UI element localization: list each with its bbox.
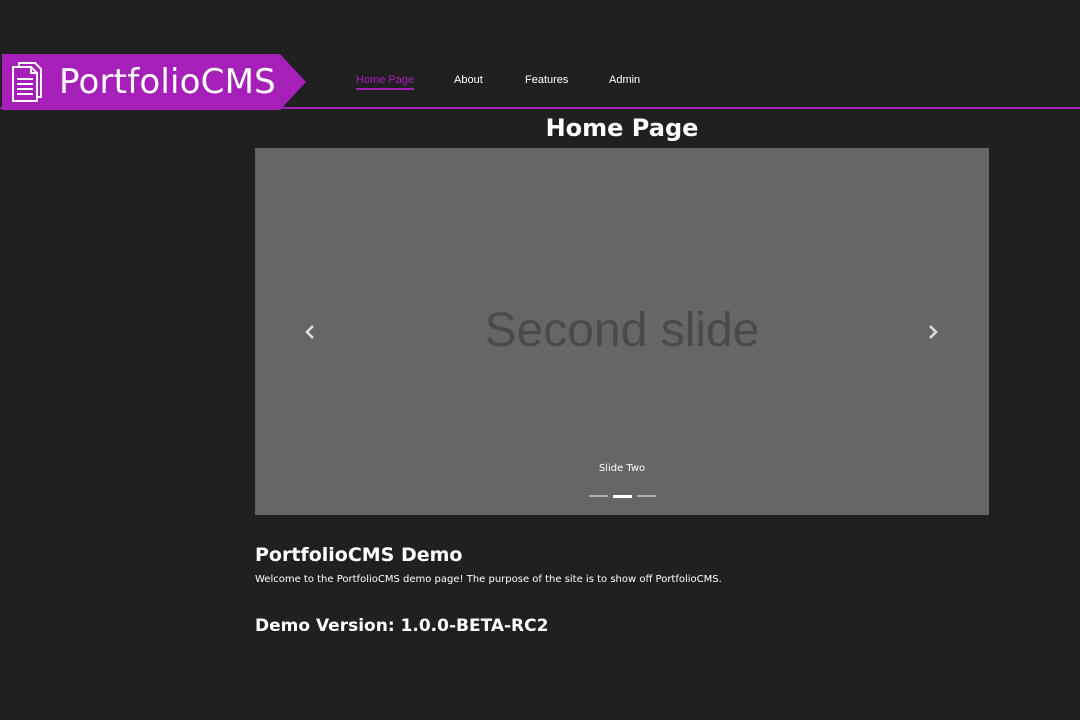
demo-version: Demo Version: 1.0.0-BETA-RC2 <box>255 616 549 636</box>
carousel: Second slide Slide Two <box>255 148 989 515</box>
carousel-prev-button[interactable] <box>298 318 322 346</box>
slide-placeholder-text: Second slide <box>484 304 760 357</box>
header-divider <box>0 107 1080 109</box>
demo-description: Welcome to the PortfolioCMS demo page! T… <box>255 574 722 585</box>
carousel-indicator-1[interactable] <box>588 495 608 497</box>
nav-link-features[interactable]: Features <box>525 72 568 88</box>
page-title: Home Page <box>545 114 699 142</box>
carousel-indicators <box>255 494 989 498</box>
demo-heading: PortfolioCMS Demo <box>255 544 463 566</box>
carousel-next-button[interactable] <box>921 318 945 346</box>
nav-link-home-page[interactable]: Home Page <box>356 72 415 90</box>
chevron-left-icon <box>305 325 314 339</box>
page: PortfolioCMS Home Page About Features Ad… <box>0 0 1080 720</box>
chevron-right-icon <box>929 325 938 339</box>
carousel-indicator-2[interactable] <box>612 494 632 498</box>
main-nav: Home Page About Features Admin <box>0 72 1080 92</box>
carousel-indicator-3[interactable] <box>636 495 656 497</box>
site-header: PortfolioCMS Home Page About Features Ad… <box>0 0 1080 110</box>
slide-caption: Slide Two <box>598 463 646 474</box>
nav-link-admin[interactable]: Admin <box>609 72 640 88</box>
nav-link-about[interactable]: About <box>454 72 483 88</box>
